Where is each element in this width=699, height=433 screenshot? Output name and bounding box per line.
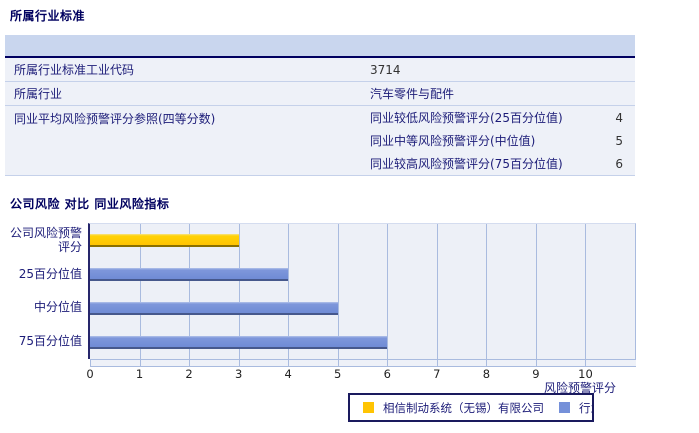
row-label: 所属行业 — [14, 87, 63, 101]
y-label-slot: 中分位值 — [0, 291, 82, 325]
y-axis-label: 25百分位值 — [18, 266, 82, 281]
x-tick-mark — [585, 360, 587, 366]
industry-legend-label: 行业 — [579, 400, 592, 415]
y-label-slot: 75百分位值 — [0, 324, 82, 358]
percentile-25-value: 4 — [615, 110, 623, 125]
gridline — [535, 224, 537, 359]
industry-code-value: 3714 — [370, 62, 401, 77]
y-axis-label: 公司风险预警评分 — [9, 225, 82, 254]
chart-y-axis-labels: 公司风险预警评分 25百分位值中分位值 75百分位值 — [0, 223, 82, 358]
x-tick-mark — [387, 360, 389, 366]
company-legend-label: 相信制动系统（无锡）有限公司 — [383, 400, 544, 415]
x-tick-mark — [288, 360, 290, 366]
row-label: 同业平均风险预警评分参照(四等分数) — [14, 112, 216, 126]
percentile-75-value: 6 — [615, 156, 623, 171]
subrow: 同业较高风险预警评分(75百分位值) 6 — [370, 152, 635, 175]
bar-公司风险预警评分 — [90, 234, 239, 248]
bar-75百分位值 — [90, 335, 388, 349]
table-header-band — [5, 35, 635, 58]
subrow: 同业中等风险预警评分(中位值) 5 — [370, 129, 635, 152]
gridline — [585, 224, 587, 359]
subrow-label: 同业较低风险预警评分(25百分位值) — [370, 111, 563, 125]
x-tick-mark — [90, 360, 91, 366]
industry-section-title: 所属行业标准 — [10, 9, 86, 23]
gridline — [486, 224, 488, 359]
bar-25百分位值 — [90, 268, 289, 282]
gridline — [387, 224, 389, 359]
x-tick-mark — [189, 360, 191, 366]
y-axis-label: 75百分位值 — [18, 334, 82, 349]
subrow-label: 同业中等风险预警评分(中位值) — [370, 134, 536, 148]
industry-name-value: 汽车零件与配件 — [370, 87, 455, 101]
chart-tick-band — [90, 359, 636, 367]
bar-中分位值 — [90, 301, 338, 315]
y-axis-label: 中分位值 — [33, 300, 82, 315]
risk-report-page: { "industry_section": { "title": "所属行业标准… — [0, 0, 699, 433]
chart-section-title: 公司风险 对比 同业风险指标 — [10, 197, 170, 211]
table-row: 所属行业 汽车零件与配件 — [5, 82, 635, 106]
quartile-subrows: 同业较低风险预警评分(25百分位值) 4 同业中等风险预警评分(中位值) 5 同… — [370, 106, 635, 175]
gridline — [436, 224, 438, 359]
x-tick-mark — [535, 360, 537, 366]
table-row: 同业平均风险预警评分参照(四等分数) 同业较低风险预警评分(25百分位值) 4 … — [5, 106, 635, 176]
chart-plot — [88, 223, 636, 359]
industry-standards-table: 所属行业标准工业代码 3714 所属行业 汽车零件与配件 同业平均风险预警评分参… — [5, 35, 635, 176]
y-label-slot: 25百分位值 — [0, 257, 82, 291]
x-tick-mark — [238, 360, 240, 366]
x-tick-mark — [486, 360, 488, 366]
x-tick-mark — [139, 360, 141, 366]
subrow-label: 同业较高风险预警评分(75百分位值) — [370, 157, 563, 171]
median-value: 5 — [615, 133, 623, 148]
x-tick-mark — [337, 360, 339, 366]
chart-legend: 相信制动系统（无锡）有限公司 行业 — [348, 393, 594, 422]
x-tick-mark — [436, 360, 438, 366]
company-legend-swatch — [363, 402, 374, 413]
y-label-slot: 公司风险预警评分 — [0, 223, 82, 257]
industry-legend-swatch — [559, 402, 570, 413]
table-row: 所属行业标准工业代码 3714 — [5, 58, 635, 82]
subrow: 同业较低风险预警评分(25百分位值) 4 — [370, 106, 635, 129]
row-label: 所属行业标准工业代码 — [14, 63, 135, 77]
